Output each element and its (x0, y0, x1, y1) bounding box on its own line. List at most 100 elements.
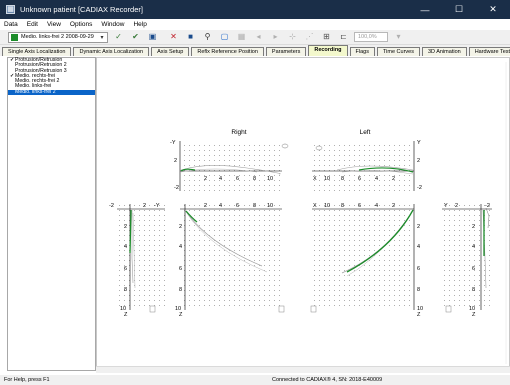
svg-text:4: 4 (219, 203, 222, 209)
recording-canvas[interactable]: Right Left -Y 2 -2 2 4 6 8 10 Y 2 -2 X 1… (96, 57, 510, 373)
svg-text:8: 8 (124, 287, 127, 293)
svg-text:2: 2 (455, 203, 458, 209)
svg-text:Z: Z (124, 312, 128, 318)
zoom-arrow-icon[interactable]: ▾ (392, 31, 405, 43)
tab-time-curves[interactable]: Time Curves (377, 47, 420, 56)
check-icon[interactable]: ✓ (112, 31, 125, 43)
tab-axis-setup[interactable]: Axis Setup (151, 47, 190, 56)
svg-text:8: 8 (253, 176, 256, 182)
reset-icon[interactable]: ⊏ (337, 31, 350, 43)
svg-text:4: 4 (375, 203, 378, 209)
list-item-selected[interactable]: Medio. links-frei 2 (8, 89, 95, 96)
tab-3d-animation[interactable]: 3D Animation (421, 47, 467, 56)
menu-options[interactable]: Options (66, 21, 97, 28)
menu-data[interactable]: Data (0, 21, 23, 28)
chevron-down-icon[interactable]: ▾ (98, 34, 106, 42)
svg-text:-Y: -Y (170, 140, 176, 146)
minimize-button[interactable]: — (408, 0, 442, 19)
tab-parameters[interactable]: Parameters (265, 47, 307, 56)
plot-left-top: Y 2 -2 X 10 8 6 4 2 (312, 140, 422, 191)
menu-help[interactable]: Help (129, 21, 151, 28)
tab-flags[interactable]: Flags (349, 47, 375, 56)
svg-text:10: 10 (324, 203, 330, 209)
svg-text:10: 10 (267, 176, 273, 182)
recording-select[interactable]: Medio. links-frei 2 2008-09-29 ▾ (8, 31, 108, 43)
svg-text:6: 6 (358, 176, 361, 182)
plot-side-left: -2 2 -Y 2 4 6 8 10 Z (109, 203, 165, 318)
settings-icon[interactable]: ▣ (146, 31, 159, 43)
recording-select-value: Medio. links-frei 2 2008-09-29 (21, 34, 94, 40)
window-icon[interactable]: ▢ (218, 31, 231, 43)
maximize-button[interactable]: ☐ (442, 0, 476, 19)
menu-edit[interactable]: Edit (23, 21, 43, 28)
tab-recording[interactable]: Recording (308, 45, 348, 56)
plot-left-bottom: X 10 8 6 4 2 2 4 6 8 10 Z (310, 203, 423, 318)
svg-text:6: 6 (179, 266, 182, 272)
recording-list[interactable]: ✓Protrusion/Retrusion Protrusion/Retrusi… (7, 57, 96, 371)
status-connection: Connected to CADIAX® 4, SN: 2018-E40009 (272, 377, 383, 383)
svg-text:6: 6 (124, 266, 127, 272)
svg-text:2: 2 (204, 203, 207, 209)
svg-text:2: 2 (204, 176, 207, 182)
tab-hardware-test[interactable]: Hardware Test (468, 47, 510, 56)
menu-bar: Data Edit View Options Window Help (0, 19, 510, 30)
previous-icon[interactable]: ◂ (252, 31, 265, 43)
window-title: Unknown patient [CADIAX Recorder] (20, 5, 143, 14)
svg-text:6: 6 (358, 203, 361, 209)
svg-text:2: 2 (417, 224, 420, 230)
title-bar: ▦ Unknown patient [CADIAX Recorder] — ☐ … (0, 0, 510, 19)
measure-icon[interactable]: ⊞ (320, 31, 333, 43)
svg-text:4: 4 (179, 244, 182, 250)
svg-text:-2: -2 (485, 203, 490, 209)
svg-text:Z: Z (179, 312, 183, 318)
svg-text:2: 2 (174, 158, 177, 164)
svg-text:4: 4 (219, 176, 222, 182)
grid-icon[interactable]: ▦ (235, 31, 248, 43)
svg-text:8: 8 (179, 287, 182, 293)
menu-window[interactable]: Window (97, 21, 129, 28)
next-icon[interactable]: ▸ (269, 31, 282, 43)
svg-text:2: 2 (179, 224, 182, 230)
close-button[interactable]: ✕ (476, 0, 510, 19)
svg-text:6: 6 (472, 266, 475, 272)
save-icon[interactable]: ■ (184, 31, 197, 43)
status-bar: For Help, press F1 Connected to CADIAX® … (0, 375, 510, 385)
tab-reflx-reference-position[interactable]: Reflx Reference Position (191, 47, 264, 56)
svg-text:X: X (313, 203, 317, 209)
svg-text:2: 2 (124, 224, 127, 230)
curve-icon[interactable]: ⋰ (303, 31, 316, 43)
svg-text:8: 8 (417, 287, 420, 293)
svg-text:-2: -2 (174, 185, 179, 191)
svg-text:-Y: -Y (154, 203, 160, 209)
tab-single-axis-localization[interactable]: Single Axis Localization (2, 47, 72, 56)
svg-text:4: 4 (472, 244, 475, 250)
tab-bar: Single Axis Localization Dynamic Axis Lo… (0, 45, 510, 56)
horizontal-scrollbar[interactable] (96, 366, 510, 373)
axis-icon[interactable]: ⊹ (286, 31, 299, 43)
svg-text:2: 2 (143, 203, 146, 209)
plot-right-top: -Y 2 -2 2 4 6 8 10 (170, 140, 289, 191)
zoom-field[interactable]: 100,0% (354, 32, 388, 42)
plot-side-right: Y 2 -2 2 4 6 8 10 Z (442, 203, 492, 318)
svg-text:4: 4 (124, 244, 127, 250)
svg-text:10: 10 (324, 176, 330, 182)
menu-view[interactable]: View (43, 21, 66, 28)
svg-text:6: 6 (236, 176, 239, 182)
svg-text:Y: Y (444, 203, 448, 209)
status-help: For Help, press F1 (4, 377, 50, 383)
svg-text:X: X (313, 176, 317, 182)
toolbar: Medio. links-frei 2 2008-09-29 ▾ ✓ ✔ ▣ ✕… (0, 30, 510, 45)
svg-text:Z: Z (417, 312, 421, 318)
left-panel-title: Left (360, 129, 371, 136)
right-panel-title: Right (231, 129, 246, 136)
svg-text:Y: Y (417, 140, 421, 146)
check-multi-icon[interactable]: ✔ (129, 31, 142, 43)
svg-text:2: 2 (417, 158, 420, 164)
plot-right-bottom: 2 4 6 8 10 2 4 6 8 10 Z (175, 203, 285, 318)
svg-text:2: 2 (392, 203, 395, 209)
svg-text:-2: -2 (417, 185, 422, 191)
tab-dynamic-axis-localization[interactable]: Dynamic Axis Localization (73, 47, 150, 56)
svg-text:10: 10 (267, 203, 273, 209)
zoom-icon[interactable]: ⚲ (201, 31, 214, 43)
delete-icon[interactable]: ✕ (167, 31, 180, 43)
